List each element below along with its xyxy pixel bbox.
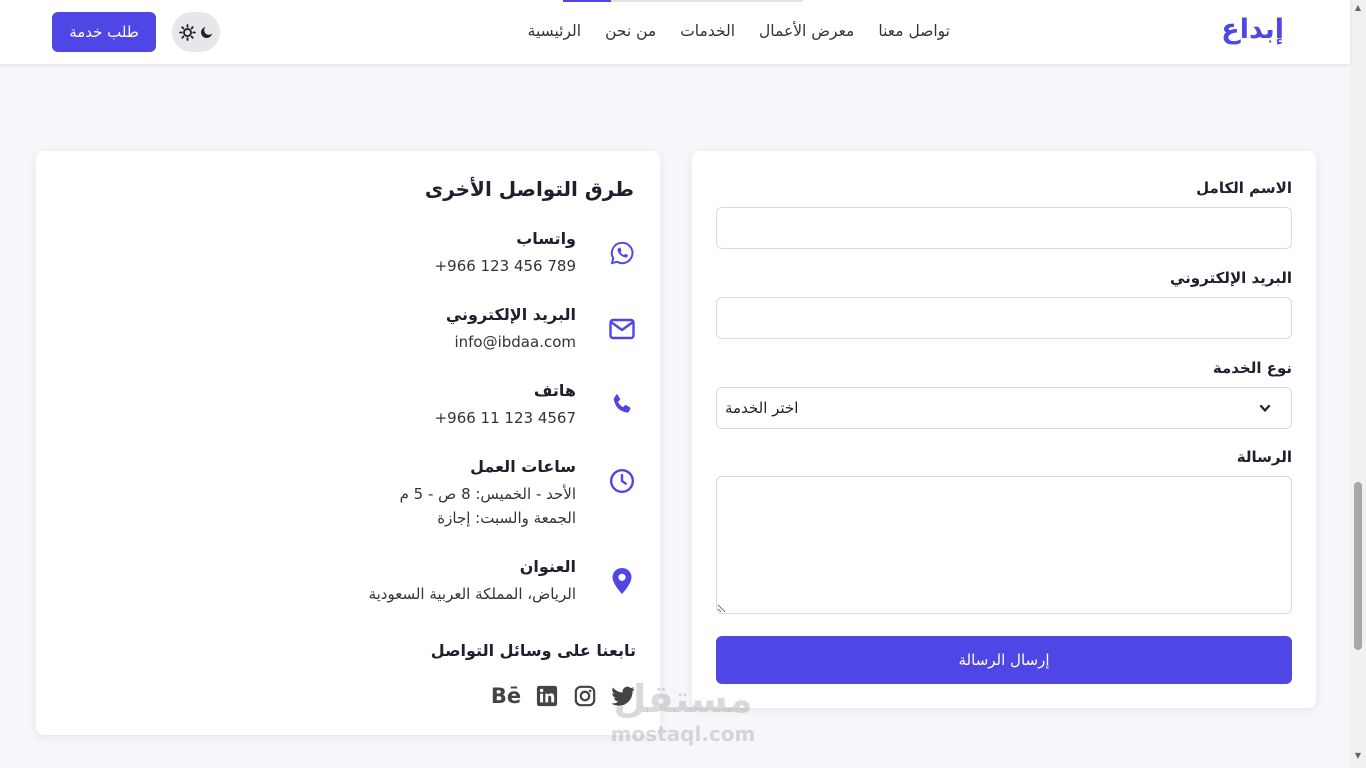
scroll-up-arrow-icon[interactable]: ▲ (1354, 4, 1362, 12)
send-message-button[interactable]: إرسال الرسالة (716, 636, 1292, 684)
scroll-progress-indicator (563, 0, 803, 2)
service-type-selected-value: اختر الخدمة (725, 399, 799, 417)
info-label: واتساب (516, 229, 576, 248)
sun-icon (178, 23, 196, 41)
message-label: الرسالة (1236, 448, 1292, 466)
info-item-phone: هاتف +966 11 123 4567 (240, 381, 640, 451)
info-label: العنوان (519, 557, 576, 576)
nav-contact[interactable]: تواصل معنا (878, 22, 950, 40)
main-nav: الرئيسية من نحن الخدمات معرض الأعمال توا… (528, 22, 950, 40)
phone-icon (604, 387, 640, 423)
theme-toggle-button[interactable] (172, 12, 220, 52)
info-item-hours: ساعات العمل الأحد - الخميس: 8 ص - 5 م ال… (240, 457, 640, 547)
email-label: البريد الإلكتروني (1170, 269, 1292, 287)
message-textarea[interactable] (716, 476, 1292, 614)
social-links: Bē (490, 683, 636, 709)
email-address[interactable]: info@ibdaa.com (446, 330, 576, 354)
address-value: الرياض، المملكة العربية السعودية (368, 585, 576, 603)
whatsapp-icon (604, 235, 640, 271)
twitter-icon[interactable] (610, 683, 636, 709)
request-service-button[interactable]: طلب خدمة (52, 12, 156, 52)
top-navbar: إبداع الرئيسية من نحن الخدمات معرض الأعم… (0, 0, 1350, 64)
mail-icon (604, 311, 640, 347)
info-text-hours: ساعات العمل الأحد - الخميس: 8 ص - 5 م ال… (400, 457, 576, 530)
scroll-down-arrow-icon[interactable]: ▼ (1354, 752, 1362, 760)
scroll-progress-fill (563, 0, 611, 2)
location-pin-icon (604, 563, 640, 599)
nav-home[interactable]: الرئيسية (528, 22, 581, 40)
info-text-email: البريد الإلكتروني info@ibdaa.com (446, 305, 576, 354)
clock-icon (604, 463, 640, 499)
scrollbar-thumb[interactable] (1354, 482, 1362, 650)
info-text-whatsapp: واتساب +966 123 456 789 (435, 229, 576, 278)
full-name-input[interactable] (716, 207, 1292, 249)
moon-icon (200, 26, 212, 38)
info-item-whatsapp: واتساب +966 123 456 789 (240, 229, 640, 299)
contact-form-card: الاسم الكامل البريد الإلكتروني نوع الخدم… (692, 151, 1316, 708)
page-scrollbar[interactable]: ▲ ▼ (1350, 0, 1366, 768)
info-label: البريد الإلكتروني (445, 305, 576, 324)
info-item-email: البريد الإلكتروني info@ibdaa.com (240, 305, 640, 375)
phone-number[interactable]: +966 11 123 4567 (435, 406, 576, 430)
behance-icon[interactable]: Bē (490, 683, 522, 709)
info-label: ساعات العمل (470, 457, 576, 476)
email-input[interactable] (716, 297, 1292, 339)
nav-portfolio[interactable]: معرض الأعمال (759, 22, 854, 40)
linkedin-icon[interactable] (534, 683, 560, 709)
chevron-down-icon (1259, 404, 1271, 412)
info-item-address: العنوان الرياض، المملكة العربية السعودية (80, 557, 640, 627)
info-text-address: العنوان الرياض، المملكة العربية السعودية (369, 557, 576, 606)
nav-services[interactable]: الخدمات (680, 22, 735, 40)
follow-us-title: تابعنا على وسائل التواصل (430, 641, 636, 660)
info-text-phone: هاتف +966 11 123 4567 (435, 381, 576, 430)
site-logo[interactable]: إبداع (1221, 14, 1284, 45)
working-hours-weekdays: الأحد - الخميس: 8 ص - 5 م (399, 485, 576, 503)
instagram-icon[interactable] (572, 683, 598, 709)
service-type-label: نوع الخدمة (1212, 359, 1292, 377)
working-hours-weekend: الجمعة والسبت: إجازة (437, 509, 576, 527)
nav-about[interactable]: من نحن (605, 22, 656, 40)
full-name-label: الاسم الكامل (1196, 179, 1292, 197)
contact-info-title: طرق التواصل الأخرى (424, 177, 634, 201)
info-label: هاتف (533, 381, 576, 400)
service-type-select[interactable]: اختر الخدمة (716, 387, 1292, 429)
whatsapp-number[interactable]: +966 123 456 789 (435, 254, 576, 278)
contact-info-card: طرق التواصل الأخرى واتساب +966 123 456 7… (36, 151, 660, 735)
